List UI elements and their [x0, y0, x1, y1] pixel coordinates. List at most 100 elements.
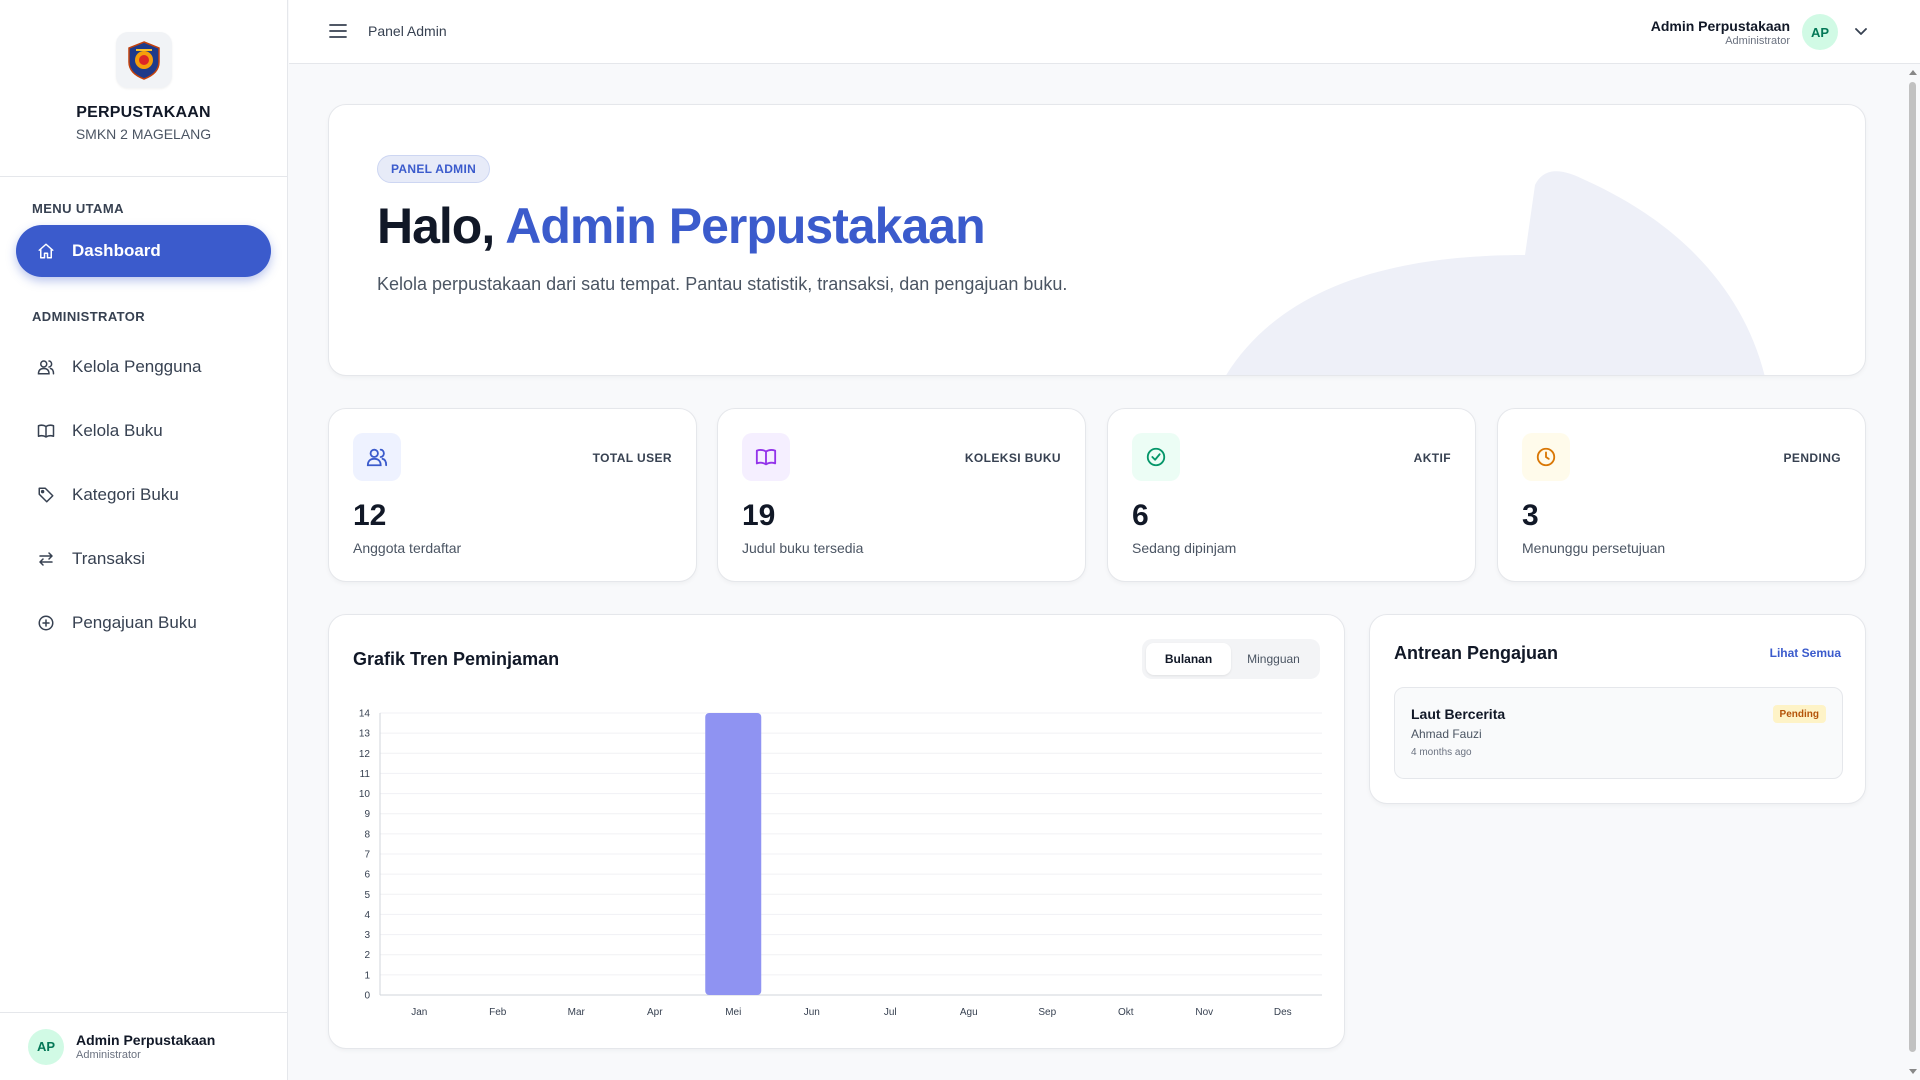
check-circle-icon — [1132, 433, 1180, 481]
y-tick-label: 5 — [364, 890, 370, 901]
user-name: Admin Perpustakaan — [76, 1032, 216, 1048]
x-tick-label: Mar — [568, 1007, 586, 1018]
y-tick-label: 1 — [364, 970, 370, 981]
stat-card-koleksi-buku: KOLEKSI BUKU 19 Judul buku tersedia — [717, 408, 1086, 582]
stat-value: 19 — [742, 499, 776, 532]
x-tick-label: Agu — [960, 1007, 978, 1018]
sidebar-item-label: Pengajuan Buku — [72, 613, 197, 632]
y-tick-label: 6 — [364, 870, 370, 881]
hero-title: Halo, Admin Perpustakaan — [377, 197, 986, 255]
y-tick-label: 14 — [359, 709, 371, 720]
user-name: Admin Perpustakaan — [1650, 17, 1790, 34]
y-tick-label: 2 — [364, 950, 370, 961]
user-menu[interactable]: Admin Perpustakaan Administrator AP — [1651, 14, 1868, 50]
stat-label: AKTIF — [1413, 451, 1451, 465]
x-tick-label: Feb — [489, 1007, 507, 1018]
bar-chart: 01234567891011121314Jan Feb Mar Apr Mei Jun Ju… — [359, 709, 1322, 1018]
x-tick-label: Apr — [647, 1007, 663, 1018]
x-tick-label: Mei — [725, 1007, 741, 1018]
queue-book-title: Laut Bercerita — [1411, 706, 1506, 722]
sidebar-item-pengajuan-buku[interactable]: Pengajuan Buku — [16, 597, 271, 649]
chevron-down-icon[interactable] — [1854, 25, 1868, 39]
x-tick-label: Des — [1274, 1007, 1292, 1018]
sidebar-item-label: Dashboard — [72, 241, 161, 260]
stat-description: Menunggu persetujuan — [1522, 540, 1666, 556]
stat-label: KOLEKSI BUKU — [964, 451, 1061, 465]
stat-value: 12 — [353, 499, 387, 532]
x-tick-label: Okt — [1118, 1007, 1134, 1018]
sidebar-item-label: Kelola Pengguna — [72, 357, 202, 376]
y-tick-label: 11 — [360, 769, 371, 780]
status-badge: Pending — [1772, 705, 1826, 723]
hero-decoration — [1226, 171, 1765, 375]
sidebar-item-kategori-buku[interactable]: Kategori Buku — [16, 469, 271, 521]
chart-card: Grafik Tren Peminjaman Bulanan Mingguan … — [328, 614, 1345, 1049]
sidebar-item-label: Kategori Buku — [72, 485, 179, 504]
users-icon — [36, 357, 56, 377]
brand-subtitle: SMKN 2 MAGELANG — [75, 126, 212, 142]
x-tick-label: Nov — [1195, 1007, 1213, 1018]
book-icon — [742, 433, 790, 481]
y-tick-label: 9 — [364, 809, 370, 820]
chart-bar — [705, 713, 762, 995]
stat-label: PENDING — [1783, 451, 1841, 465]
y-tick-label: 4 — [364, 910, 370, 921]
hero-greeting: Halo, — [377, 198, 506, 254]
stat-description: Sedang dipinjam — [1132, 540, 1237, 556]
x-tick-label: Jan — [411, 1007, 427, 1018]
avatar: AP — [28, 1028, 64, 1065]
stat-label: TOTAL USER — [592, 451, 672, 465]
school-logo-icon — [115, 32, 172, 88]
scroll-down-arrow-icon[interactable] — [1909, 1069, 1917, 1074]
sidebar-item-transaksi[interactable]: Transaksi — [16, 533, 271, 585]
home-icon — [36, 241, 56, 261]
menu-toggle-icon[interactable] — [329, 22, 347, 40]
x-tick-label: Jun — [804, 1007, 820, 1018]
hero-description: Kelola perpustakaan dari satu tempat. Pa… — [377, 274, 1068, 294]
clock-icon — [1522, 433, 1570, 481]
queue-requester: Ahmad Fauzi — [1411, 727, 1482, 741]
y-tick-label: 0 — [364, 991, 370, 1002]
stat-value: 3 — [1522, 499, 1539, 532]
hero-card: PANEL ADMIN Halo, Admin Perpustakaan Kel… — [328, 104, 1866, 376]
sidebar: PERPUSTAKAAN SMKN 2 MAGELANG MENU UTAMA … — [0, 0, 288, 1080]
stat-value: 6 — [1132, 499, 1149, 532]
y-tick-label: 10 — [359, 789, 371, 800]
swap-icon — [36, 549, 56, 569]
sidebar-item-kelola-pengguna[interactable]: Kelola Pengguna — [16, 341, 271, 393]
brand-name: PERPUSTAKAAN — [76, 104, 211, 121]
sidebar-user-profile[interactable]: AP Admin Perpustakaan Administrator — [0, 1012, 288, 1080]
view-all-link[interactable]: Lihat Semua — [1770, 646, 1841, 660]
y-tick-label: 13 — [359, 729, 371, 740]
sidebar-item-dashboard[interactable]: Dashboard — [16, 225, 271, 277]
breadcrumb: Panel Admin — [368, 23, 447, 39]
stat-description: Anggota terdaftar — [353, 540, 462, 556]
book-icon — [36, 421, 56, 441]
avatar: AP — [1802, 14, 1838, 50]
brand: PERPUSTAKAAN SMKN 2 MAGELANG — [0, 0, 287, 177]
scrollbar-thumb[interactable] — [1909, 82, 1916, 1052]
stat-card-pending: PENDING 3 Menunggu persetujuan — [1497, 408, 1866, 582]
scroll-up-arrow-icon[interactable] — [1909, 70, 1917, 75]
stat-card-total-user: TOTAL USER 12 Anggota terdaftar — [328, 408, 697, 582]
menu-section-admin: ADMINISTRATOR — [32, 309, 146, 324]
x-tick-label: Jul — [884, 1007, 897, 1018]
menu-section-main: MENU UTAMA — [32, 201, 124, 216]
tag-icon — [36, 485, 56, 505]
sidebar-item-label: Transaksi — [72, 549, 146, 568]
sidebar-item-label: Kelola Buku — [72, 421, 163, 440]
queue-item[interactable]: Laut Bercerita Ahmad Fauzi 4 months ago … — [1394, 687, 1843, 779]
y-tick-label: 7 — [364, 850, 370, 861]
hero-admin-name: Admin Perpustakaan — [505, 198, 985, 254]
y-tick-label: 8 — [364, 829, 370, 840]
y-tick-label: 12 — [359, 749, 371, 760]
queue-time: 4 months ago — [1411, 747, 1472, 758]
user-role: Administrator — [1725, 34, 1790, 47]
sidebar-item-kelola-buku[interactable]: Kelola Buku — [16, 405, 271, 457]
queue-card: Antrean Pengajuan Lihat Semua Laut Berce… — [1369, 614, 1866, 804]
users-icon — [353, 433, 401, 481]
y-tick-label: 3 — [364, 930, 370, 941]
hero-badge: PANEL ADMIN — [377, 155, 491, 183]
stat-description: Judul buku tersedia — [742, 540, 864, 556]
x-tick-label: Sep — [1038, 1007, 1056, 1018]
